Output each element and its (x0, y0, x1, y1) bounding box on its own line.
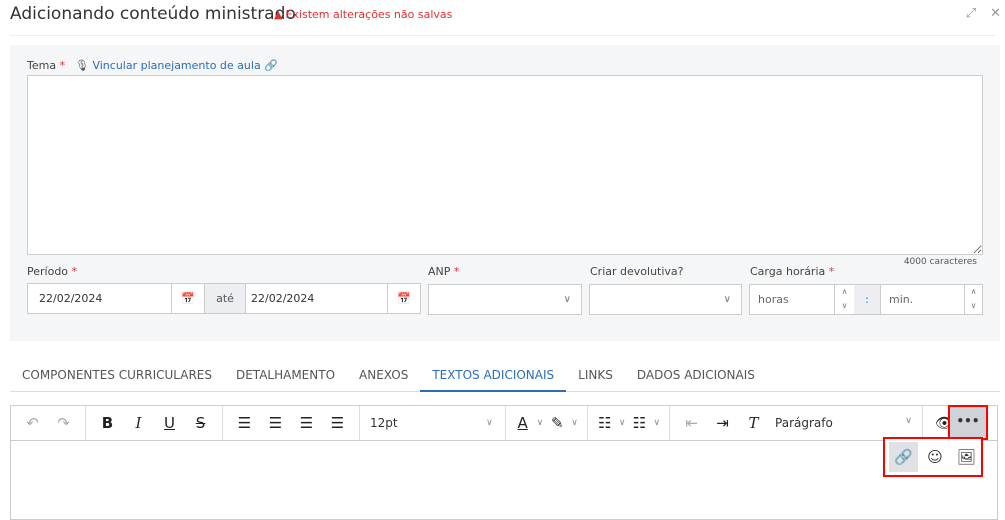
tema-label: Tema * (27, 59, 66, 72)
underline-icon[interactable]: U (154, 414, 185, 432)
anp-select[interactable]: ∨ (428, 284, 582, 315)
hours-stepper[interactable]: ∧ ∨ (834, 285, 854, 314)
align-justify-icon[interactable]: ☰ (322, 414, 353, 432)
tab-detalhamento[interactable]: DETALHAMENTO (224, 366, 347, 392)
more-options-menu: 🔗 ☺ 🖼 (883, 437, 983, 477)
emoji-icon[interactable]: ☺ (920, 442, 949, 472)
time-separator: : (854, 285, 880, 314)
warning-text: Existem alterações não salvas (285, 8, 453, 21)
warning-icon: ▲ (274, 8, 283, 21)
char-counter: 4000 caracteres (903, 257, 977, 267)
tab-textos-adicionais[interactable]: TEXTOS ADICIONAIS (420, 366, 567, 392)
tab-anexos[interactable]: ANEXOS (347, 366, 420, 392)
italic-icon[interactable]: I (123, 414, 154, 432)
expand-icon[interactable]: ⤢ (966, 6, 976, 21)
period-range: 22/02/2024 📅 até 22/02/2024 📅 (27, 283, 421, 314)
minutes-input[interactable]: min. (880, 285, 964, 314)
image-icon[interactable]: 🖼 (952, 442, 981, 472)
numbered-list-icon[interactable]: ☷ (594, 414, 616, 432)
block-format-select[interactable]: Parágrafo ∨ (769, 416, 916, 430)
page-title: Adicionando conteúdo ministrado (10, 4, 296, 24)
redo-icon[interactable]: ↷ (48, 414, 79, 432)
hours-input[interactable]: horas (750, 293, 834, 306)
highlight-icon[interactable]: ✎ (546, 414, 568, 432)
clear-format-icon[interactable]: T (738, 414, 769, 432)
indent-icon[interactable]: ⇥ (707, 414, 738, 432)
strikethrough-icon[interactable]: S (185, 414, 216, 432)
close-icon[interactable]: ✕ (990, 6, 1001, 21)
minutes-stepper[interactable]: ∧ ∨ (964, 285, 982, 314)
ate-label: até (204, 284, 245, 313)
periodo-label: Período * (27, 265, 78, 278)
undo-icon[interactable]: ↶ (17, 414, 48, 432)
divider (10, 35, 995, 36)
devolutiva-select[interactable]: ∨ (589, 284, 742, 315)
bold-icon[interactable]: B (92, 414, 123, 432)
align-right-icon[interactable]: ☰ (291, 414, 322, 432)
unsaved-warning: ▲ Existem alterações não salvas (274, 8, 452, 21)
chevron-down-icon: ∨ (486, 418, 493, 428)
calendar-icon[interactable]: 📅 (171, 284, 204, 313)
text-color-icon[interactable]: A (512, 414, 534, 432)
more-options-button[interactable]: ••• (948, 405, 988, 440)
editor-toolbar: ↶ ↷ BIUS ☰ ☰ ☰ ☰ 12pt ∨ A ∨ ✎ ∨ ☷ ∨ ☷ ∨ ⇤ ⇥ T Parágraf… (10, 405, 998, 441)
link-icon: 🔗 (264, 59, 278, 72)
font-size-select[interactable]: 12pt ∨ (360, 406, 506, 440)
align-center-icon[interactable]: ☰ (260, 414, 291, 432)
chevron-down-icon: ∨ (563, 294, 571, 305)
carga-horaria: horas ∧ ∨ : min. ∧ ∨ (749, 284, 983, 315)
tab-bar: COMPONENTES CURRICULARES DETALHAMENTO AN… (10, 366, 1000, 392)
tab-links[interactable]: LINKS (566, 366, 625, 392)
tab-dados-adicionais[interactable]: DADOS ADICIONAIS (625, 366, 767, 392)
microphone-icon: 🎙 (75, 59, 89, 72)
editor-body[interactable] (10, 440, 998, 520)
start-date-input[interactable]: 22/02/2024 (28, 292, 171, 305)
devolutiva-label: Criar devolutiva? (590, 265, 684, 278)
bullet-list-icon[interactable]: ☷ (628, 414, 650, 432)
link-icon[interactable]: 🔗 (889, 442, 919, 472)
align-left-icon[interactable]: ☰ (229, 414, 260, 432)
outdent-icon[interactable]: ⇤ (676, 414, 707, 432)
link-planning-button[interactable]: 🎙 Vincular planejamento de aula 🔗 (75, 59, 278, 72)
anp-label: ANP * (428, 265, 460, 278)
calendar-icon[interactable]: 📅 (387, 284, 420, 313)
tema-textarea[interactable] (27, 75, 983, 255)
end-date-input[interactable]: 22/02/2024 (245, 284, 387, 313)
carga-label: Carga horária * (750, 265, 835, 278)
tab-componentes[interactable]: COMPONENTES CURRICULARES (10, 366, 224, 392)
chevron-down-icon: ∨ (723, 294, 731, 305)
